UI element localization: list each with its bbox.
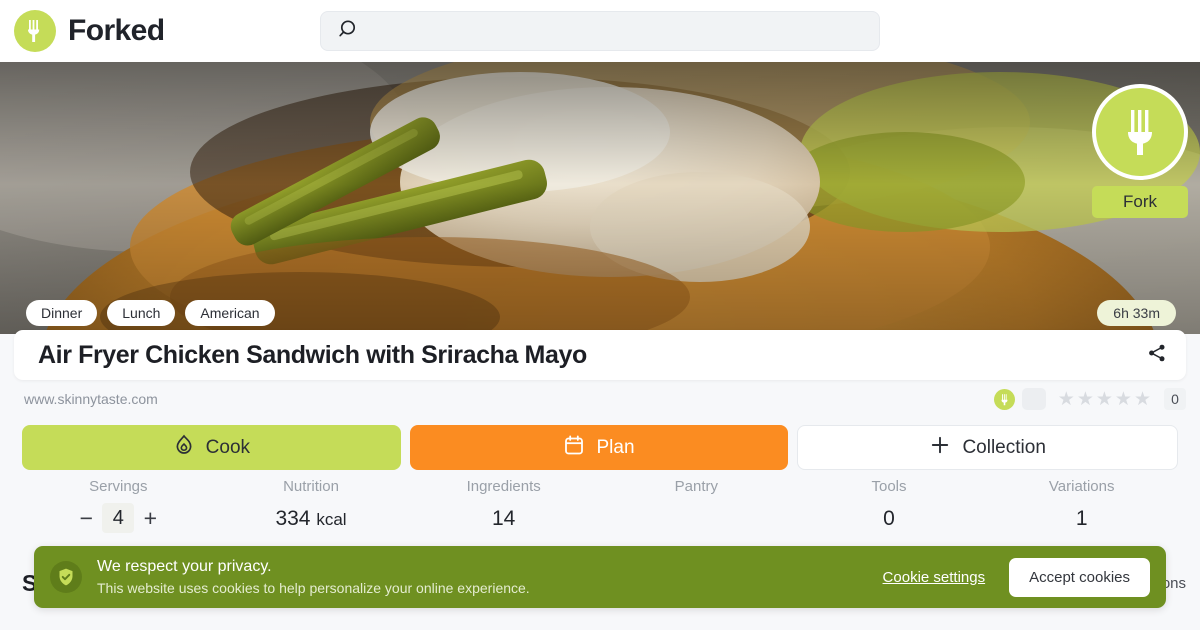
stat-label: Nutrition	[283, 478, 339, 495]
stat-label: Tools	[871, 478, 907, 495]
recipe-hero-image	[0, 62, 1200, 334]
stat-value: 1	[1075, 507, 1088, 530]
plan-button-label: Plan	[596, 436, 635, 458]
title-card: Air Fryer Chicken Sandwich with Sriracha…	[14, 330, 1186, 380]
brand-logo[interactable]: Forked	[14, 10, 165, 52]
cook-button-label: Cook	[205, 436, 251, 458]
flame-icon	[173, 434, 195, 462]
star-icon[interactable]: ★	[1096, 390, 1113, 409]
rating-count: 0	[1164, 388, 1186, 410]
cookie-settings-link[interactable]: Cookie settings	[883, 569, 986, 586]
tag-item[interactable]: American	[185, 300, 275, 326]
servings-decrement-button[interactable]: −	[70, 503, 102, 533]
stat-label: Variations	[1048, 478, 1115, 495]
brand-name: Forked	[68, 14, 165, 47]
rating-placeholder-chip[interactable]	[1021, 388, 1046, 410]
total-time-badge: 6h 33m	[1097, 300, 1176, 326]
share-icon	[1147, 343, 1167, 368]
add-collection-button[interactable]: Collection	[797, 425, 1179, 470]
star-icon[interactable]: ★	[1058, 390, 1075, 409]
hero-image-container: Fork Dinner Lunch American 6h 33m	[0, 62, 1200, 334]
star-rating[interactable]: ★ ★ ★ ★ ★	[1058, 390, 1151, 409]
calendar-icon	[563, 434, 585, 462]
search-icon	[337, 18, 359, 45]
cookie-description: This website uses cookies to help person…	[97, 580, 530, 596]
source-url[interactable]: www.skinnytaste.com	[24, 391, 158, 407]
cookie-title: We respect your privacy.	[97, 558, 272, 575]
stat-value: 0	[883, 507, 895, 530]
nutrition-unit: kcal	[316, 510, 347, 529]
star-icon[interactable]: ★	[1134, 390, 1151, 409]
stats-row: Servings − 4 + Nutrition 334 kcal Ingred…	[22, 478, 1178, 540]
plus-icon	[929, 434, 951, 462]
plan-button[interactable]: Plan	[409, 425, 789, 470]
star-icon[interactable]: ★	[1115, 390, 1132, 409]
share-button[interactable]	[1128, 330, 1186, 380]
shield-check-icon	[50, 561, 82, 593]
stat-label: Servings	[89, 478, 148, 495]
stat-label: Pantry	[674, 478, 719, 495]
fork-badge[interactable]: Fork	[1092, 84, 1188, 218]
recipe-page: Forked Fork Dinner Lunch American 6h 33m…	[0, 0, 1200, 630]
stat-pantry[interactable]: Pantry	[600, 478, 793, 540]
stat-nutrition[interactable]: Nutrition 334 kcal	[215, 478, 408, 540]
fork-icon	[1092, 84, 1188, 180]
fork-logo-icon	[14, 10, 56, 52]
fork-badge-label: Fork	[1092, 186, 1188, 218]
rating-widget[interactable]: ★ ★ ★ ★ ★ 0	[993, 388, 1186, 410]
tag-list: Dinner Lunch American	[26, 300, 275, 326]
stat-ingredients[interactable]: Ingredients 14	[407, 478, 600, 540]
servings-value[interactable]: 4	[102, 503, 135, 533]
stat-value: 14	[492, 507, 516, 530]
stat-variations[interactable]: Variations 1	[985, 478, 1178, 540]
quantity-stepper[interactable]: − 4 +	[70, 503, 166, 533]
tag-item[interactable]: Dinner	[26, 300, 98, 326]
top-bar: Forked	[0, 0, 1200, 62]
stat-servings: Servings − 4 +	[22, 478, 215, 540]
action-button-row: Cook Plan Collection	[22, 425, 1179, 470]
cookie-actions: Cookie settings Accept cookies	[883, 557, 1150, 597]
cookie-text: We respect your privacy. This website us…	[97, 558, 530, 596]
accept-cookies-button[interactable]: Accept cookies	[1009, 557, 1150, 597]
stat-label: Ingredients	[466, 478, 541, 495]
fork-icon	[993, 388, 1015, 410]
stat-tools[interactable]: Tools 0	[793, 478, 986, 540]
cook-button[interactable]: Cook	[22, 425, 401, 470]
page-title: Air Fryer Chicken Sandwich with Sriracha…	[38, 340, 587, 369]
star-icon[interactable]: ★	[1077, 390, 1094, 409]
collection-button-label: Collection	[962, 436, 1046, 458]
source-rating-row: www.skinnytaste.com ★ ★ ★ ★ ★ 0	[0, 384, 1200, 414]
search-box[interactable]	[320, 11, 880, 51]
cookie-consent-banner: We respect your privacy. This website us…	[34, 546, 1166, 608]
servings-increment-button[interactable]: +	[134, 503, 166, 533]
search-input[interactable]	[371, 22, 851, 40]
tag-item[interactable]: Lunch	[107, 300, 176, 326]
stat-value: 334 kcal	[275, 507, 346, 531]
nutrition-value: 334	[275, 507, 311, 530]
